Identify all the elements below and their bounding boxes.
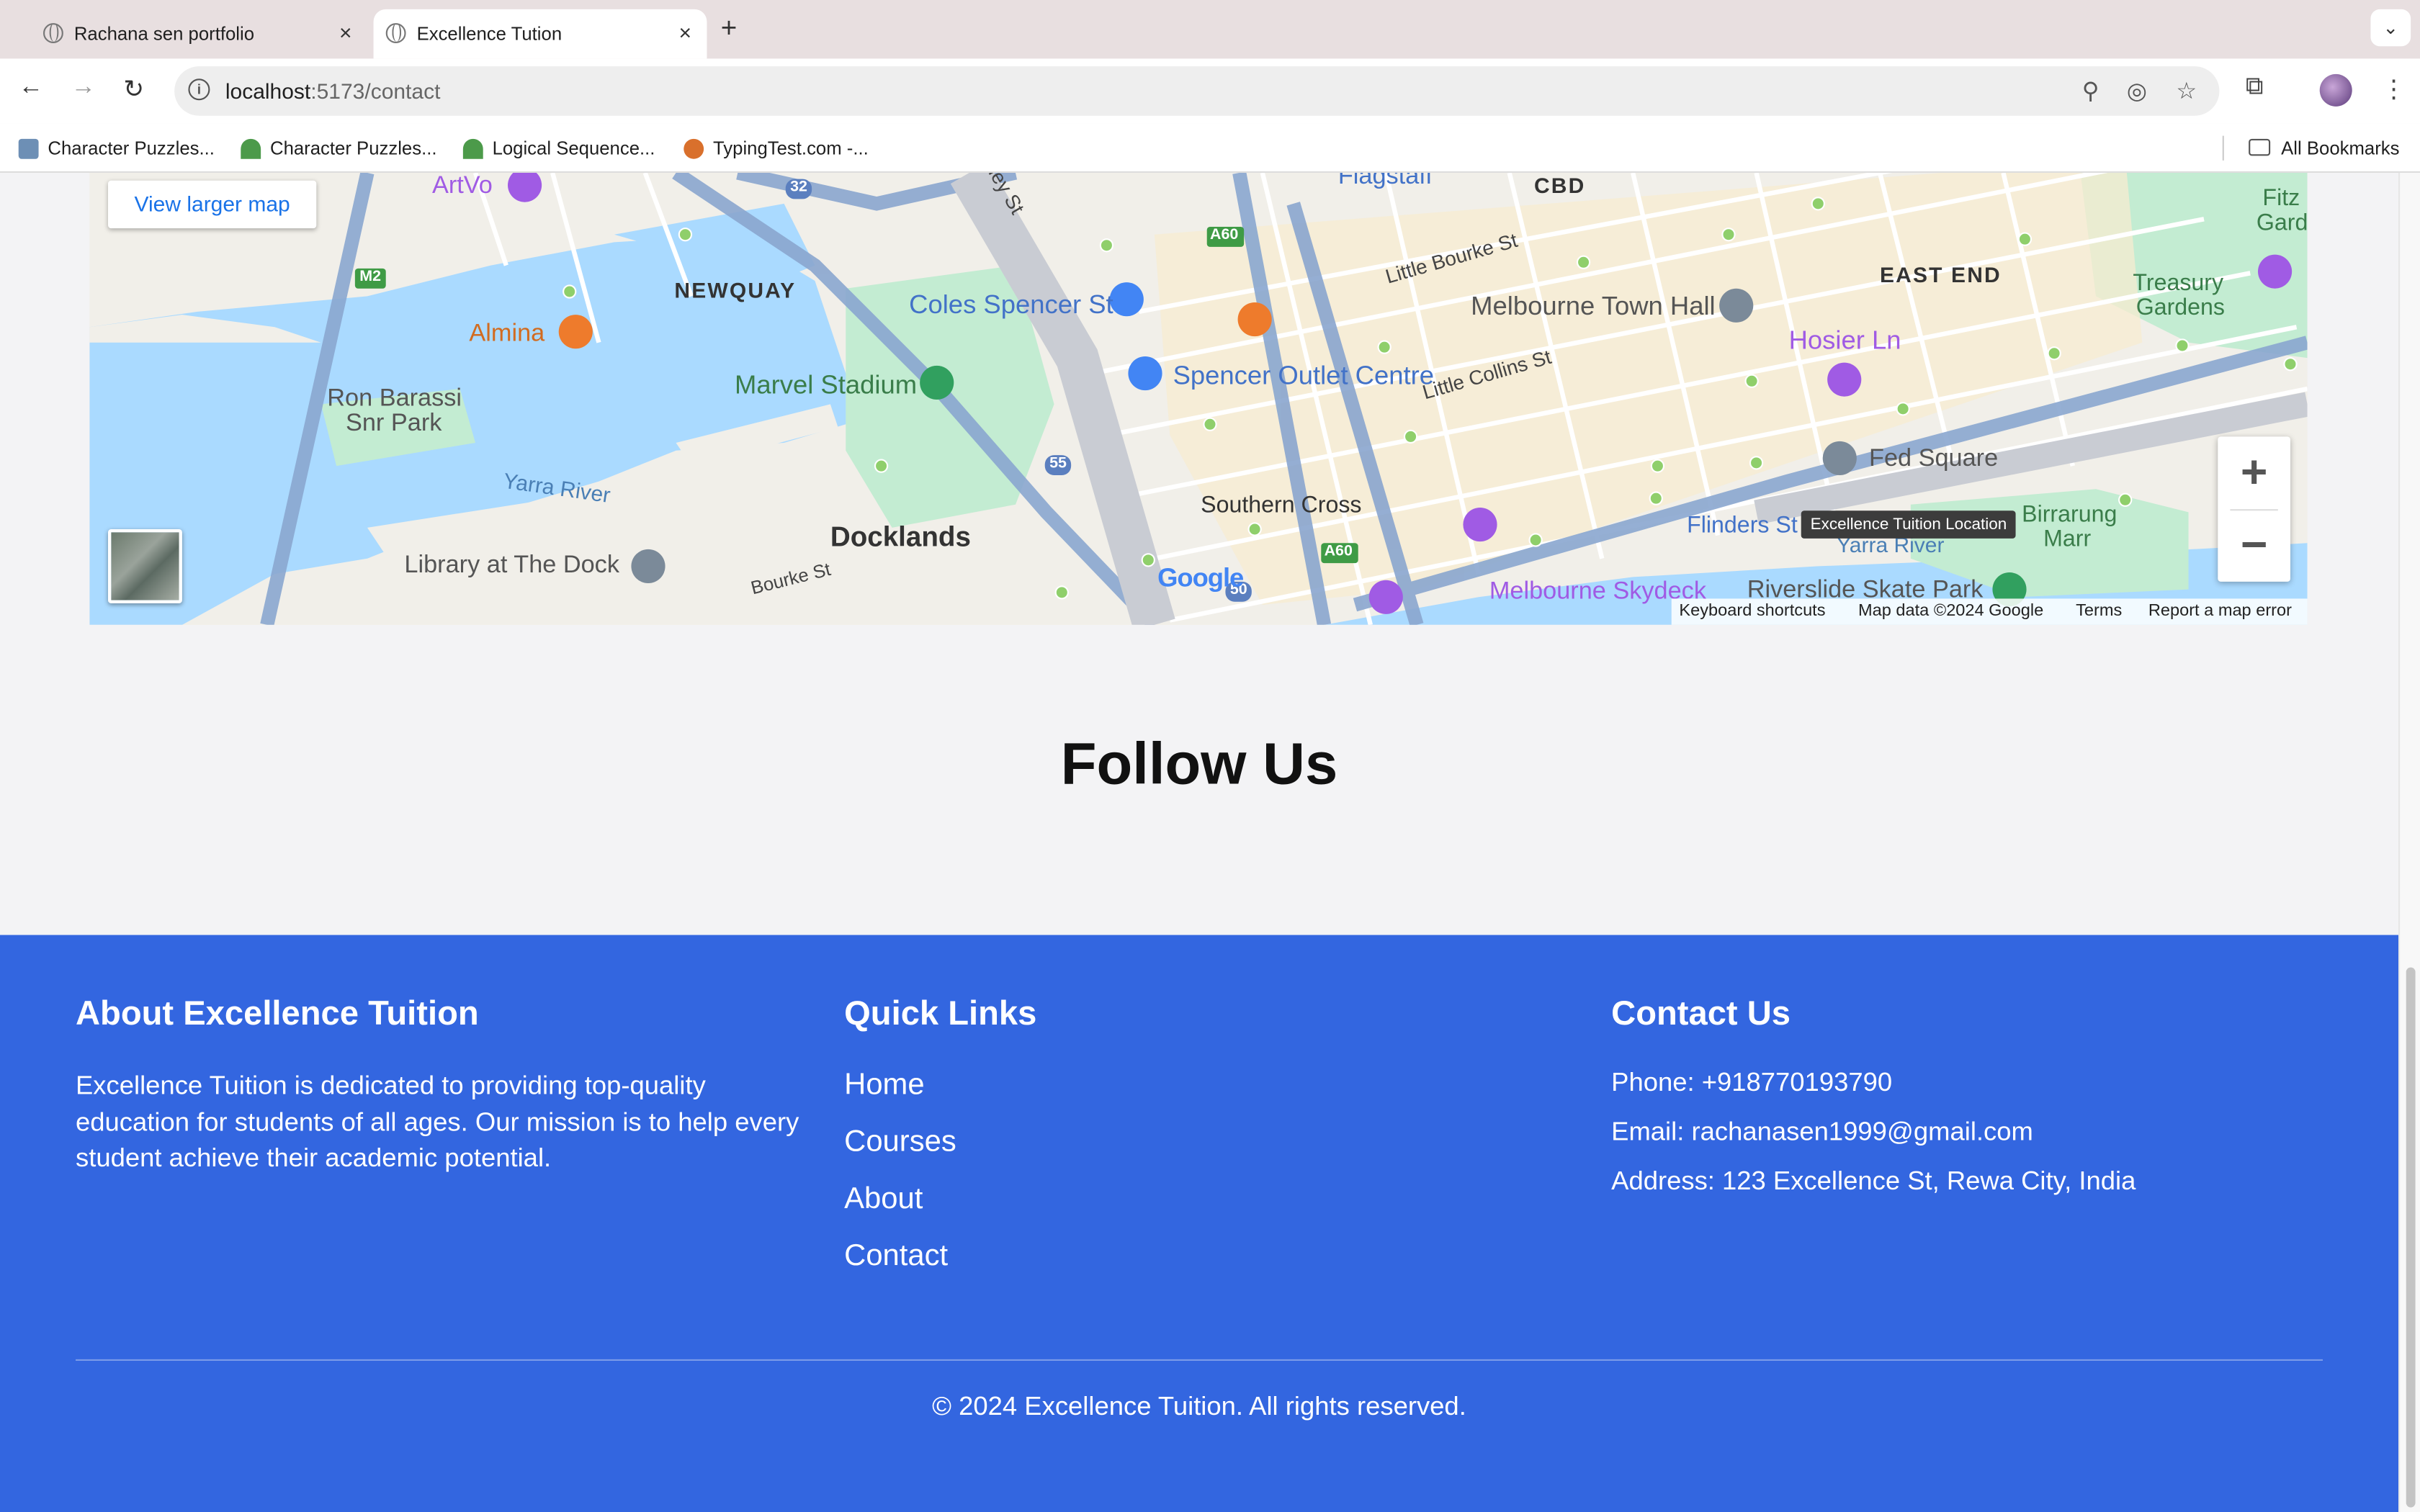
zoom-control: + − [2218,436,2290,582]
tab-excellence[interactable]: Excellence Tution × [373,9,707,59]
umbrella-icon [241,138,261,158]
map-label: Spencer Outlet Centre [1173,361,1435,391]
map-label: Marr [2043,526,2092,553]
map-label: Melbourne Town Hall [1471,292,1716,321]
typingtest-favicon-icon [684,138,704,158]
footer-contact: Contact Us Phone: +918770193790 Email: r… [1611,994,2352,1216]
map-label: Ron Barassi [327,385,462,413]
map-label: Flinders St [1687,512,1798,539]
footer-link-courses[interactable]: Courses [844,1125,1461,1160]
new-tab-button[interactable]: + [721,12,738,45]
extensions-icon[interactable]: ⧉ [2246,74,2264,102]
map-label: Flagstaff [1337,173,1433,190]
page-content: M2 32 A60 A60 55 50 ArtVo Flagstaff CBD … [0,173,2398,1512]
map-label: Hosier Ln [1788,325,1901,355]
reload-icon[interactable]: ↻ [123,74,144,105]
route-badge: 55 [1049,455,1067,472]
keyboard-shortcuts-link[interactable]: Keyboard shortcuts [1679,602,1825,621]
contact-phone: Phone: +918770193790 [1611,1067,1893,1097]
footer-divider [76,1359,2323,1361]
umbrella-icon [462,138,483,158]
footer-about: About Excellence Tuition Excellence Tuit… [76,994,801,1176]
browser-toolbar: ← → ↻ i localhost:5173/contact ⚲ ◎ ☆ ⧉ ⋮ [0,58,2420,124]
close-tab-icon[interactable]: × [339,20,352,45]
route-badge: 32 [790,179,807,197]
tab-title: Excellence Tution [416,23,563,45]
map-data-text: Map data ©2024 Google [1858,601,2044,621]
map-label: Coles Spencer St [909,289,1113,320]
bookmark-item[interactable]: Character Puzzles... [18,138,215,159]
map-label: Almina [469,320,545,348]
bookmark-item[interactable]: Character Puzzles... [241,138,437,159]
zoom-out-button[interactable]: − [2218,509,2290,582]
bookmarks-bar: Character Puzzles... Character Puzzles..… [0,123,2420,173]
bookmarks-divider [2222,135,2224,161]
eye-slash-icon[interactable]: ◎ [2127,77,2147,104]
map-label: CBD [1534,173,1586,198]
location-tooltip: Excellence Tuition Location [1801,510,2017,539]
star-icon[interactable]: ☆ [2176,77,2197,104]
route-badge: A60 [1210,227,1239,244]
footer-link-contact[interactable]: Contact [844,1239,1461,1274]
satellite-toggle[interactable] [108,529,182,603]
map-label: Birrarung [2022,501,2118,528]
map-label: Fed Square [1869,446,1999,472]
follow-us-heading: Follow Us [1060,732,1338,798]
report-error-link[interactable]: Report a map error [2148,602,2292,621]
page-scrollbar[interactable] [2398,173,2420,1512]
quick-links-heading: Quick Links [844,994,1037,1032]
url-text[interactable]: localhost:5173/contact [225,78,441,103]
terms-link[interactable]: Terms [2076,602,2122,621]
copyright-text: © 2024 Excellence Tuition. All rights re… [932,1391,1466,1421]
address-bar[interactable]: i localhost:5173/contact ⚲ ◎ ☆ [174,66,2220,116]
bookmark-item[interactable]: TypingTest.com -... [684,138,869,159]
google-logo: Google [1157,563,1244,593]
map-label: Gardens [2136,294,2226,321]
map-label: Treasury [2133,270,2224,297]
bookmark-favicon-icon [18,138,39,158]
contact-address: Address: 123 Excellence St, Rewa City, I… [1611,1166,2136,1196]
route-badge: M2 [359,268,382,286]
zoom-in-button[interactable]: + [2218,436,2290,509]
all-bookmarks-button[interactable]: All Bookmarks [2249,138,2399,159]
tab-portfolio[interactable]: Rachana sen portfolio × [31,9,367,59]
map-attribution: Keyboard shortcuts Map data ©2024 Google… [1671,598,2308,625]
bookmark-item[interactable]: Logical Sequence... [462,138,655,159]
map-label: Southern Cross [1201,492,1362,518]
map-label: ArtVo [432,173,493,199]
tab-search-button[interactable]: ⌄ [2370,9,2411,47]
about-heading: About Excellence Tuition [76,994,479,1032]
map-label: Docklands [830,521,971,553]
about-text: Excellence Tuition is dedicated to provi… [76,1071,799,1173]
footer-quick-links: Quick Links Home Courses About Contact [844,994,1461,1296]
map-label: Marvel Stadium [734,370,918,400]
globe-icon [43,23,63,43]
route-badge: A60 [1324,543,1353,560]
scrollbar-thumb[interactable] [2406,967,2416,1508]
menu-dots-icon[interactable]: ⋮ [2381,74,2406,105]
google-map[interactable]: M2 32 A60 A60 55 50 ArtVo Flagstaff CBD … [89,173,2308,625]
footer-link-home[interactable]: Home [844,1068,1461,1103]
browser-tab-bar: Rachana sen portfolio × Excellence Tutio… [0,0,2420,59]
map-label: Fitz [2262,185,2300,212]
footer-link-about[interactable]: About [844,1182,1461,1217]
view-larger-map-link[interactable]: View larger map [108,180,317,229]
site-footer: About Excellence Tuition Excellence Tuit… [0,935,2398,1512]
contact-email: Email: rachanasen1999@gmail.com [1611,1117,2033,1147]
map-label: Gard [2256,210,2308,236]
tab-title: Rachana sen portfolio [73,23,255,45]
close-tab-icon[interactable]: × [678,20,691,45]
site-info-icon[interactable]: i [188,78,210,101]
zoom-icon[interactable]: ⚲ [2082,77,2099,104]
forward-arrow-icon[interactable]: → [71,74,96,102]
globe-icon [385,23,406,43]
folder-icon [2249,138,2271,156]
map-label: Snr Park [346,410,442,437]
map-label: Library at The Dock [404,552,619,579]
map-label: NEWQUAY [674,277,797,302]
map-label: EAST END [1880,262,2002,287]
back-arrow-icon[interactable]: ← [19,74,43,102]
contact-heading: Contact Us [1611,994,1791,1032]
profile-avatar[interactable] [2319,73,2352,107]
